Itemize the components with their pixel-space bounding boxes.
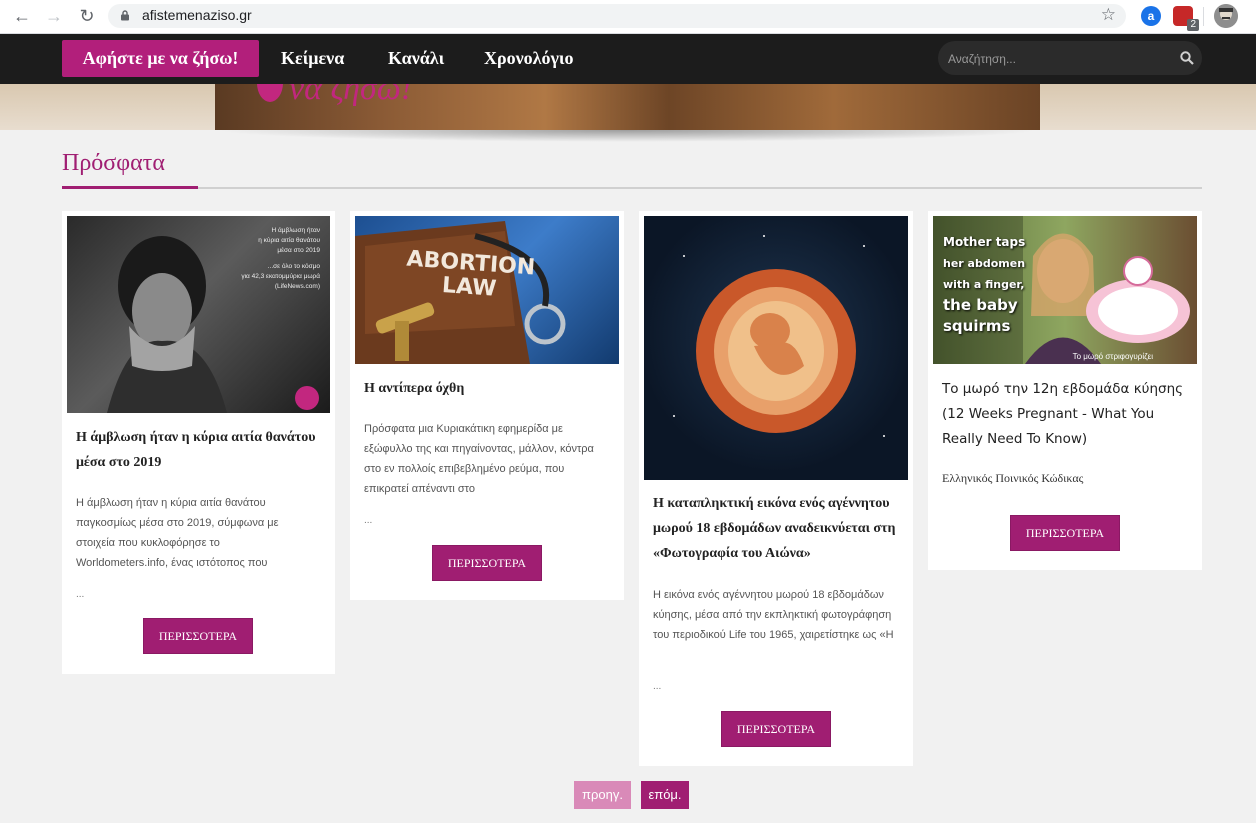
caption-line: Η άμβλωση ήταν <box>271 227 321 234</box>
post-title[interactable]: Η άμβλωση ήταν η κύρια αιτία θανάτου μέσ… <box>76 425 321 475</box>
read-more-button[interactable]: ΠΕΡΙΣΣΟΤΕΡΑ <box>144 619 252 653</box>
logo-text: να ζήσω! <box>289 84 413 107</box>
menu-item-timeline[interactable]: Χρονολόγιο <box>484 40 574 77</box>
menu-item-texts[interactable]: Κείμενα <box>281 40 344 77</box>
thumbnail-overlay-text: Mother taps her abdomen with a finger, t… <box>943 232 1025 337</box>
overlay-line: with a finger, <box>943 278 1025 291</box>
thumbnail-caption: Η άμβλωση ήταν η κύρια αιτία θανάτου μέσ… <box>200 226 320 292</box>
caption-line: η κύρια αιτία θανάτου <box>258 237 320 244</box>
thumbnail-subtitle: Το μωρό στριφογυρίζει <box>1072 352 1153 361</box>
site-navbar: Αφήστε με να ζήσω! Κείμενα Κανάλι Χρονολ… <box>0 34 1256 84</box>
post-thumbnail[interactable] <box>644 216 908 480</box>
post-excerpt: Πρόσφατα μια Κυριακάτικη εφημερίδα με εξ… <box>364 423 594 495</box>
read-more-button[interactable]: ΠΕΡΙΣΣΟΤΕΡΑ <box>433 546 541 580</box>
post-card: ABORTION LAW Η αντίπερα όχθη Πρόσφατα μι… <box>350 211 624 600</box>
hero-banner-image: να ζήσω! <box>215 84 1040 130</box>
post-excerpt: Η άμβλωση ήταν η κύρια αιτία θανάτου παγ… <box>76 497 279 569</box>
overlay-line: her abdomen <box>943 257 1026 270</box>
excerpt-ellipsis: ... <box>653 681 662 692</box>
post-thumbnail[interactable]: Mother taps her abdomen with a finger, t… <box>933 216 1197 364</box>
extension-badge-icon[interactable]: 2 <box>1173 6 1199 31</box>
logo-mark <box>257 84 283 102</box>
section-title: Πρόσφατα <box>62 150 165 176</box>
search-box <box>938 41 1202 77</box>
section-divider-accent <box>62 186 198 189</box>
reload-icon[interactable]: ↻ <box>75 5 99 27</box>
section-divider <box>62 187 1202 189</box>
address-bar[interactable]: afistemenaziso.gr ☆ <box>108 4 1126 28</box>
toolbar-divider <box>1203 7 1204 26</box>
url-text: afistemenaziso.gr <box>142 7 252 23</box>
excerpt-ellipsis: ... <box>364 515 373 526</box>
lock-icon <box>121 10 129 21</box>
post-category[interactable]: Ελληνικός Ποινικός Κώδικας <box>942 471 1083 486</box>
excerpt-ellipsis: ... <box>76 589 85 600</box>
forward-arrow-icon[interactable]: → <box>42 5 66 27</box>
post-title[interactable]: Η αντίπερα όχθη <box>364 376 609 401</box>
post-card: Η άμβλωση ήταν η κύρια αιτία θανάτου μέσ… <box>62 211 335 674</box>
overlay-line: the baby <box>943 296 1018 314</box>
avatar-face-icon <box>1214 4 1238 28</box>
extension-count-badge: 2 <box>1187 19 1199 31</box>
post-card: Mother taps her abdomen with a finger, t… <box>928 211 1202 570</box>
extension-a-icon[interactable]: a <box>1141 6 1161 26</box>
caption-line: (LifeNews.com) <box>274 283 320 290</box>
prev-page-button[interactable]: προηγ. <box>574 781 631 809</box>
overlay-line: Mother taps <box>943 235 1026 249</box>
hero-shadow <box>215 130 1040 142</box>
bookmark-star-icon[interactable]: ☆ <box>1101 5 1116 25</box>
read-more-button[interactable]: ΠΕΡΙΣΣΟΤΕΡΑ <box>722 712 830 746</box>
read-more-button[interactable]: ΠΕΡΙΣΣΟΤΕΡΑ <box>1011 516 1119 550</box>
caption-line: μέσα στο 2019 <box>277 247 320 254</box>
overlay-line: squirms <box>943 317 1011 335</box>
browser-toolbar: ← → ↻ afistemenaziso.gr ☆ a 2 <box>0 0 1256 34</box>
caption-line: για 42,3 εκατομμύρια μωρά <box>241 273 320 280</box>
fetus-in-space-image <box>673 235 885 437</box>
post-thumbnail[interactable]: ABORTION LAW <box>355 216 619 364</box>
search-icon[interactable] <box>1180 51 1194 65</box>
post-title[interactable]: Η καταπληκτική εικόνα ενός αγέννητου μωρ… <box>653 491 903 566</box>
caption-line: ...σε όλο το κόσμο <box>267 263 320 270</box>
home-button[interactable]: Αφήστε με να ζήσω! <box>62 40 259 77</box>
post-title[interactable]: Το μωρό την 12η εβδομάδα κύησης (12 Week… <box>942 377 1192 452</box>
post-card: Η καταπληκτική εικόνα ενός αγέννητου μωρ… <box>639 211 913 766</box>
profile-avatar[interactable] <box>1214 4 1238 28</box>
post-thumbnail[interactable]: Η άμβλωση ήταν η κύρια αιτία θανάτου μέσ… <box>67 216 330 413</box>
post-excerpt: Η εικόνα ενός αγέννητου μωρού 18 εβδομάδ… <box>653 589 894 641</box>
back-arrow-icon[interactable]: ← <box>10 5 34 27</box>
search-input[interactable] <box>946 41 1170 77</box>
next-page-button[interactable]: επόμ. <box>641 781 689 809</box>
menu-item-channel[interactable]: Κανάλι <box>388 40 444 77</box>
